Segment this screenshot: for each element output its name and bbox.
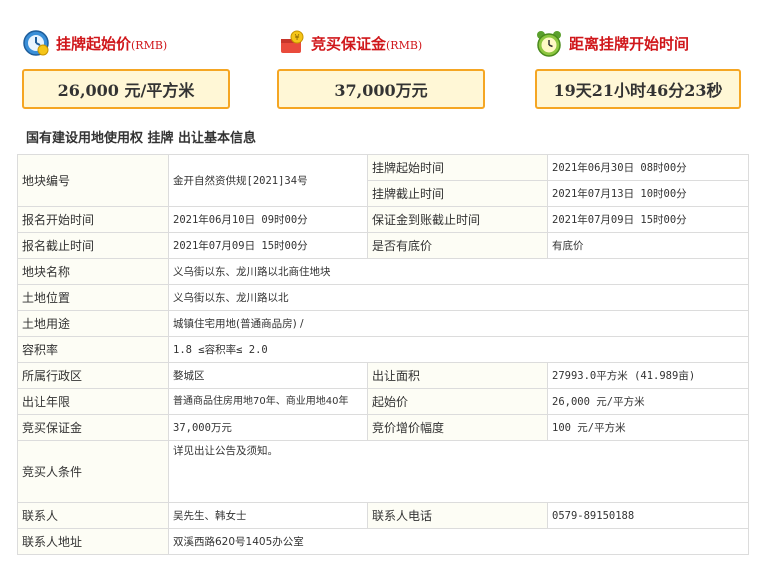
area-value: 27993.0平方米 (41.989亩) [547,362,749,389]
table-row: 竞买保证金 37,000万元 竞价增价幅度 100 元/平方米 [17,414,749,441]
alarm-clock-icon [535,29,563,57]
signup-end-label: 报名截止时间 [17,232,169,259]
start-price-header: 挂牌起始价(RMB) [22,28,167,58]
countdown-panel: 距离挂牌开始时间 19天21小时46分23秒 [535,0,741,118]
countdown-title: 距离挂牌开始时间 [569,34,690,53]
conditions-value: 详见出让公告及须知。 [168,440,749,503]
deposit-label: 竞买保证金 [17,414,169,441]
usage-value: 城镇住宅用地(普通商品房) / [168,310,749,337]
table-row: 地块编号 金开自然资供规[2021]34号 挂牌起始时间 2021年06月30日… [17,154,749,207]
deposit-value: 37,000万元 [277,69,485,109]
increment-value: 100 元/平方米 [547,414,749,441]
listing-start-value: 2021年06月30日 08时00分 [547,154,749,181]
table-row: 容积率 1.8 ≤容积率≤ 2.0 [17,336,749,363]
start-price-value: 26,000 元/平方米 [22,69,230,109]
conditions-label: 竞买人条件 [17,440,169,503]
table-row: 联系人 吴先生、韩女士 联系人电话 0579-89150188 [17,502,749,529]
increment-label: 竞价增价幅度 [367,414,548,441]
district-label: 所属行政区 [17,362,169,389]
plot-no-label: 地块编号 [17,154,169,207]
price-clock-icon [22,29,50,57]
plot-no-value: 金开自然资供规[2021]34号 [168,154,368,207]
table-row: 报名开始时间 2021年06月10日 09时00分 保证金到账截止时间 2021… [17,206,749,233]
table-row: 土地用途 城镇住宅用地(普通商品房) / [17,310,749,337]
land-info-table: 地块编号 金开自然资供规[2021]34号 挂牌起始时间 2021年06月30日… [17,154,749,555]
summary-bar: 挂牌起始价(RMB) 26,000 元/平方米 ¥ 竞买保证金(RMB) 37,… [0,0,773,118]
district-value: 婺城区 [168,362,368,389]
location-label: 土地位置 [17,284,169,311]
far-label: 容积率 [17,336,169,363]
address-label: 联系人地址 [17,528,169,555]
section-title: 国有建设用地使用权 挂牌 出让基本信息 [26,131,257,146]
plot-name-value: 义乌街以东、龙川路以北商住地块 [168,258,749,285]
listing-end-label: 挂牌截止时间 [367,180,548,207]
phone-label: 联系人电话 [367,502,548,529]
deposit-panel: ¥ 竞买保证金(RMB) 37,000万元 [277,0,485,118]
reserve-value: 有底价 [547,232,749,259]
table-row: 土地位置 义乌街以东、龙川路以北 [17,284,749,311]
term-label: 出让年限 [17,388,169,415]
svg-text:¥: ¥ [294,33,299,42]
countdown-value: 19天21小时46分23秒 [535,69,741,109]
deposit-header: ¥ 竞买保证金(RMB) [277,28,422,58]
deposit-title: 竞买保证金(RMB) [311,34,423,53]
location-value: 义乌街以东、龙川路以北 [168,284,749,311]
signup-start-value: 2021年06月10日 09时00分 [168,206,368,233]
listing-end-value: 2021年07月13日 10时00分 [547,180,749,207]
address-value: 双溪西路620号1405办公室 [168,528,749,555]
signup-start-label: 报名开始时间 [17,206,169,233]
table-row: 联系人地址 双溪西路620号1405办公室 [17,528,749,555]
table-row: 所属行政区 婺城区 出让面积 27993.0平方米 (41.989亩) [17,362,749,389]
far-value: 1.8 ≤容积率≤ 2.0 [168,336,749,363]
start-price-label: 起始价 [367,388,548,415]
deposit-deadline-label: 保证金到账截止时间 [367,206,548,233]
start-price-title: 挂牌起始价(RMB) [56,34,168,53]
deposit-deadline-value: 2021年07月09日 15时00分 [547,206,749,233]
reserve-label: 是否有底价 [367,232,548,259]
start-price-cell: 26,000 元/平方米 [547,388,749,415]
start-price-panel: 挂牌起始价(RMB) 26,000 元/平方米 [22,0,230,118]
listing-start-label: 挂牌起始时间 [367,154,548,181]
area-label: 出让面积 [367,362,548,389]
table-row: 出让年限 普通商品住房用地70年、商业用地40年 起始价 26,000 元/平方… [17,388,749,415]
contact-value: 吴先生、韩女士 [168,502,368,529]
table-row: 竞买人条件 详见出让公告及须知。 [17,440,749,503]
usage-label: 土地用途 [17,310,169,337]
table-row: 报名截止时间 2021年07月09日 15时00分 是否有底价 有底价 [17,232,749,259]
table-row: 地块名称 义乌街以东、龙川路以北商住地块 [17,258,749,285]
deposit-cell: 37,000万元 [168,414,368,441]
deposit-coin-icon: ¥ [277,29,305,57]
term-value: 普通商品住房用地70年、商业用地40年 [168,388,368,415]
contact-label: 联系人 [17,502,169,529]
phone-value: 0579-89150188 [547,502,749,529]
plot-name-label: 地块名称 [17,258,169,285]
signup-end-value: 2021年07月09日 15时00分 [168,232,368,259]
countdown-header: 距离挂牌开始时间 [535,28,689,58]
